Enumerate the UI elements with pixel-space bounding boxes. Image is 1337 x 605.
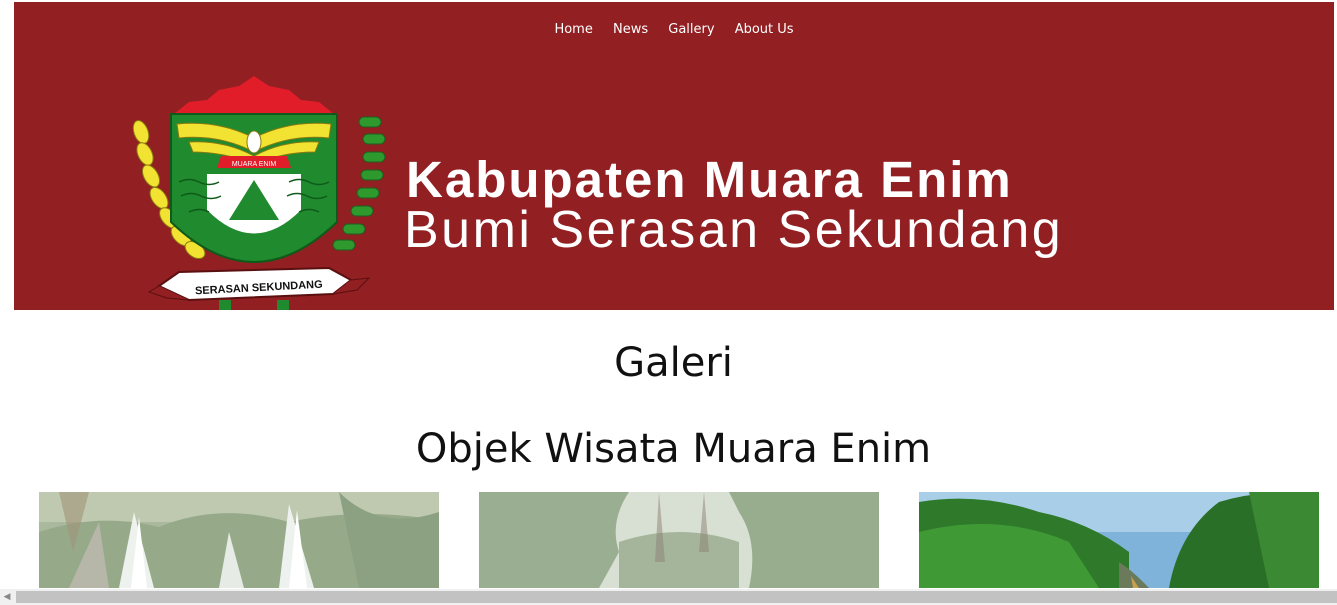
banner-subtitle: Bumi Serasan Sekundang: [404, 201, 1064, 259]
main-nav: Home News Gallery About Us: [14, 22, 1334, 37]
gallery-photo-forest[interactable]: [479, 492, 879, 588]
nav-gallery-link[interactable]: Gallery: [668, 22, 714, 37]
gallery-photo-waterfall[interactable]: [39, 492, 439, 588]
gallery-photo-green-hills[interactable]: [919, 492, 1319, 588]
header-banner: Home News Gallery About Us MUARA ENIM SE…: [14, 2, 1334, 310]
muara-enim-emblem-logo: MUARA ENIM SERASAN SEKUNDANG: [132, 76, 386, 310]
page: Home News Gallery About Us MUARA ENIM SE…: [0, 0, 1337, 605]
emblem-top-text: MUARA ENIM: [232, 161, 277, 168]
horizontal-scrollbar[interactable]: ◀: [0, 589, 1337, 605]
nav-home-link[interactable]: Home: [554, 22, 592, 37]
scroll-left-arrow-icon[interactable]: ◀: [2, 592, 12, 602]
scrollbar-thumb[interactable]: [16, 591, 1337, 603]
nav-news-link[interactable]: News: [613, 22, 648, 37]
section-title: Objek Wisata Muara Enim: [415, 426, 932, 472]
green-hills-image: [919, 492, 1319, 588]
forest-image: [479, 492, 879, 588]
waterfall-image: [39, 492, 439, 588]
nav-about-us-link[interactable]: About Us: [735, 22, 794, 37]
page-title: Galeri: [614, 340, 733, 386]
